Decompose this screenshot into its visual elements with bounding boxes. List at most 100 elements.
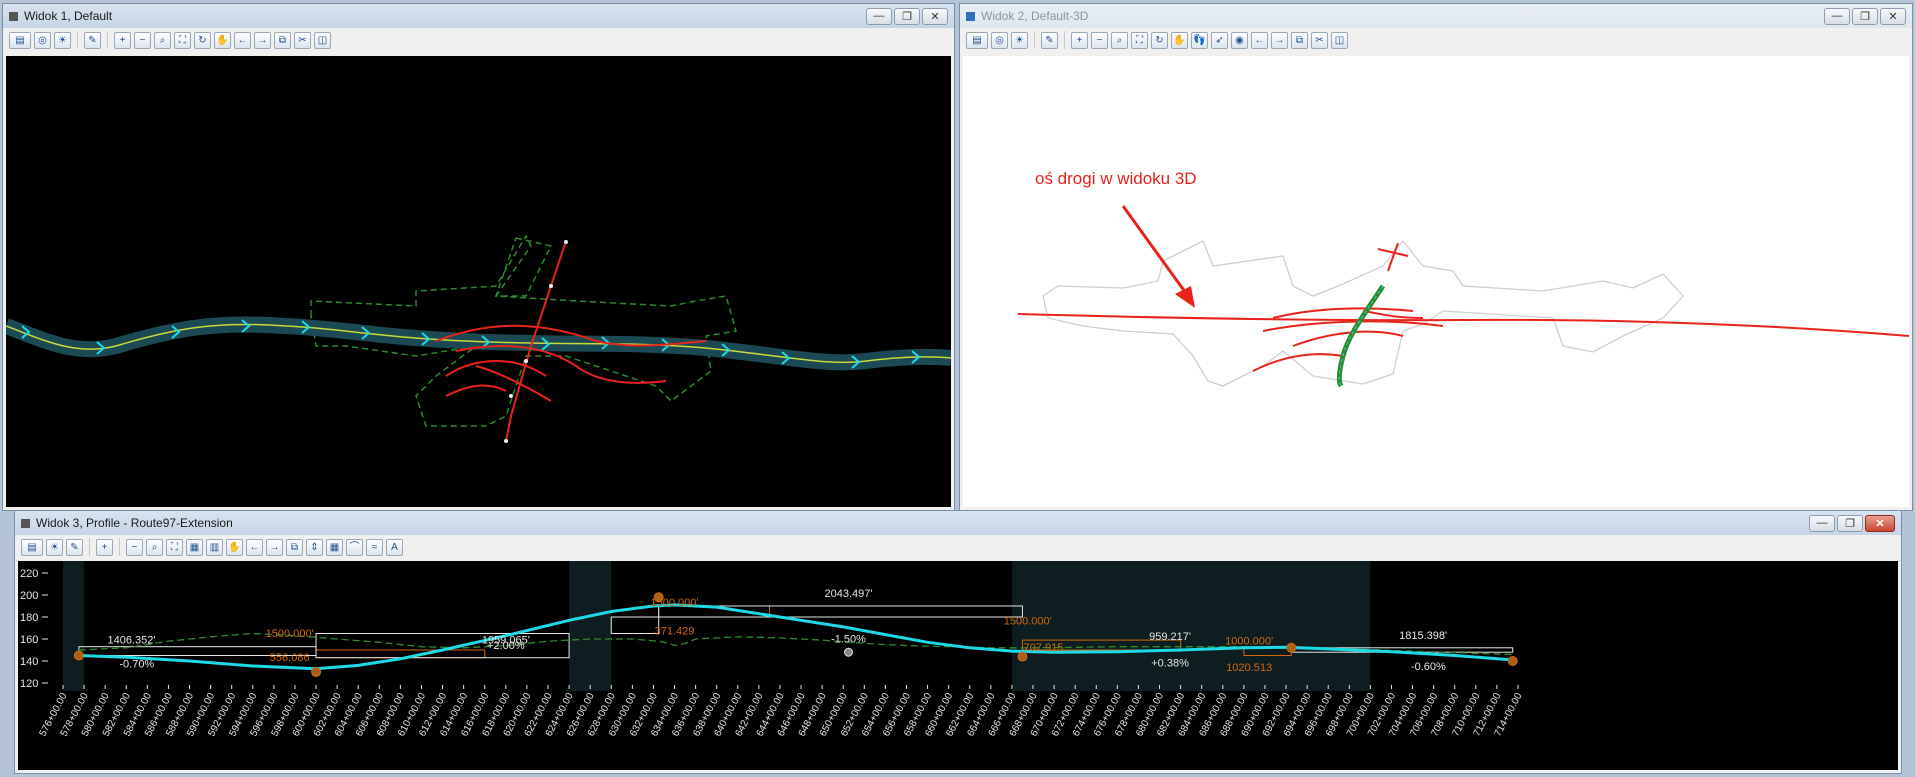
next-view-icon[interactable]: →: [266, 538, 283, 556]
minimize-button[interactable]: —: [1824, 7, 1850, 25]
update-view-icon[interactable]: ✎: [84, 31, 101, 49]
road-axis-3d: [1336, 284, 1386, 388]
pan-icon[interactable]: ✋: [1171, 31, 1188, 49]
minimize-button[interactable]: —: [866, 7, 892, 25]
pvi-marker: [311, 667, 322, 677]
clip-mask-icon[interactable]: ◫: [1331, 31, 1348, 49]
brightness-icon[interactable]: ☀: [46, 538, 63, 556]
zoom-out-icon[interactable]: −: [126, 538, 143, 556]
close-button[interactable]: ✕: [1865, 514, 1895, 532]
view-2-title: Widok 2, Default-3D: [981, 9, 1089, 23]
fly-icon[interactable]: ➶: [1211, 31, 1228, 49]
y-tick-label: 180: [20, 612, 38, 624]
brightness-icon[interactable]: ☀: [54, 31, 71, 49]
fit-view-icon[interactable]: ⛶: [174, 31, 191, 49]
zoom-in-icon[interactable]: +: [1071, 31, 1088, 49]
profile-label: 1406.352': [108, 634, 156, 646]
profile-label: 959.217': [1149, 631, 1191, 643]
table-icon[interactable]: ▦: [326, 538, 343, 556]
profile-drawing: 220 200 180 160 140 120 1406.352' -0.70% 1500.0…: [20, 561, 1525, 738]
shaded-region: [569, 561, 612, 691]
clip-volume-icon[interactable]: ✂: [1311, 31, 1328, 49]
previous-view-icon[interactable]: ←: [246, 538, 263, 556]
pan-icon[interactable]: ✋: [214, 31, 231, 49]
pan-icon[interactable]: ✋: [226, 538, 243, 556]
zoom-in-icon[interactable]: +: [96, 538, 113, 556]
profile-label: 1020.513: [1226, 662, 1272, 674]
display-style-icon[interactable]: ◎: [991, 31, 1008, 49]
exaggeration-icon[interactable]: ⇕: [306, 538, 323, 556]
alignment-band: [3, 316, 952, 371]
clip-mask-icon[interactable]: ◫: [314, 31, 331, 49]
fit-view-icon[interactable]: ⛶: [1131, 31, 1148, 49]
profile-label: 1000.000': [1225, 636, 1273, 648]
previous-view-icon[interactable]: ←: [1251, 31, 1268, 49]
pvi-marker: [1286, 642, 1297, 653]
rotate-view-icon[interactable]: ↻: [1151, 31, 1168, 49]
shaded-region: [63, 561, 85, 691]
restore-button[interactable]: ❐: [894, 7, 920, 25]
display-style-icon[interactable]: ◎: [34, 31, 51, 49]
next-view-icon[interactable]: →: [1271, 31, 1288, 49]
calculator-icon[interactable]: ▥: [206, 538, 223, 556]
camera-icon[interactable]: ◉: [1231, 31, 1248, 49]
view-attributes-icon[interactable]: ▤: [21, 538, 43, 556]
zoom-out-icon[interactable]: −: [1091, 31, 1108, 49]
zoom-in-icon[interactable]: +: [114, 31, 131, 49]
view-window-1[interactable]: Widok 1, Default — ❐ ✕ ▤ ◎ ☀ ✎ + − ⌕ ⛶ ↻ ✋ ← → ⧉ ✂ ◫: [2, 3, 955, 511]
view-1-canvas[interactable]: [3, 56, 952, 507]
profile-label: -1.50%: [831, 633, 866, 645]
profile-label: +0.38%: [1151, 658, 1189, 670]
profile-icon[interactable]: ⌒: [346, 538, 363, 556]
brightness-icon[interactable]: ☀: [1011, 31, 1028, 49]
copy-view-icon[interactable]: ⧉: [286, 538, 303, 556]
annotation-label: oś drogi w widoku 3D: [1035, 169, 1197, 188]
view-2-titlebar[interactable]: Widok 2, Default-3D — ❐ ✕: [960, 4, 1912, 28]
text-icon[interactable]: A: [386, 538, 403, 556]
cursor-point: [843, 647, 853, 657]
restore-button[interactable]: ❐: [1852, 7, 1878, 25]
view-attributes-icon[interactable]: ▤: [966, 31, 988, 49]
toolbar-separator: [77, 31, 78, 49]
view-window-2[interactable]: Widok 2, Default-3D — ❐ ✕ ▤ ◎ ☀ ✎ + − ⌕ ⛶ ↻ ✋ 👣 ➶ ◉ ←…: [959, 3, 1913, 511]
view-3-titlebar[interactable]: Widok 3, Profile - Route97-Extension — ❐…: [15, 511, 1901, 535]
existing-boundary-north: [494, 237, 553, 297]
y-tick-label: 200: [20, 590, 38, 602]
view-2-toolbar: ▤ ◎ ☀ ✎ + − ⌕ ⛶ ↻ ✋ 👣 ➶ ◉ ← → ⧉ ✂ ◫: [960, 28, 1912, 52]
rotate-view-icon[interactable]: ↻: [194, 31, 211, 49]
window-area-icon[interactable]: ⌕: [1111, 31, 1128, 49]
y-tick-label: 120: [20, 678, 38, 690]
view-3-canvas[interactable]: 220 200 180 160 140 120 1406.352' -0.70% 1500.0…: [18, 561, 1898, 770]
view-3d-icon: [966, 11, 975, 21]
profile-label: +2.00%: [487, 640, 525, 652]
pvi-marker: [73, 650, 84, 661]
window-area-icon[interactable]: ⌕: [154, 31, 171, 49]
copy-view-icon[interactable]: ⧉: [274, 31, 291, 49]
walk-icon[interactable]: 👣: [1191, 31, 1208, 49]
fit-view-icon[interactable]: ⛶: [166, 538, 183, 556]
clip-volume-icon[interactable]: ✂: [294, 31, 311, 49]
close-button[interactable]: ✕: [1880, 7, 1906, 25]
minimize-button[interactable]: —: [1809, 514, 1835, 532]
update-view-icon[interactable]: ✎: [1041, 31, 1058, 49]
previous-view-icon[interactable]: ←: [234, 31, 251, 49]
profile-label: 1500.000': [651, 597, 699, 609]
restore-button[interactable]: ❐: [1837, 514, 1863, 532]
toolbar-separator: [119, 538, 120, 556]
copy-view-icon[interactable]: ⧉: [1291, 31, 1308, 49]
window-area-icon[interactable]: ⌕: [146, 538, 163, 556]
pvi-marker: [1507, 656, 1518, 666]
view-1-titlebar[interactable]: Widok 1, Default — ❐ ✕: [3, 4, 954, 28]
zoom-out-icon[interactable]: −: [134, 31, 151, 49]
tangent-box: [315, 633, 570, 659]
update-view-icon[interactable]: ✎: [66, 538, 83, 556]
close-button[interactable]: ✕: [922, 7, 948, 25]
next-view-icon[interactable]: →: [254, 31, 271, 49]
view-attributes-icon[interactable]: ▤: [9, 31, 31, 49]
view-2-canvas[interactable]: oś drogi w widoku 3D: [963, 56, 1910, 507]
shaded-region: [1011, 561, 1371, 691]
profile-compare-icon[interactable]: ≈: [366, 538, 383, 556]
grid-icon[interactable]: ▦: [186, 538, 203, 556]
view-3-title: Widok 3, Profile - Route97-Extension: [36, 516, 233, 530]
view-window-3[interactable]: Widok 3, Profile - Route97-Extension — ❐…: [14, 510, 1902, 774]
